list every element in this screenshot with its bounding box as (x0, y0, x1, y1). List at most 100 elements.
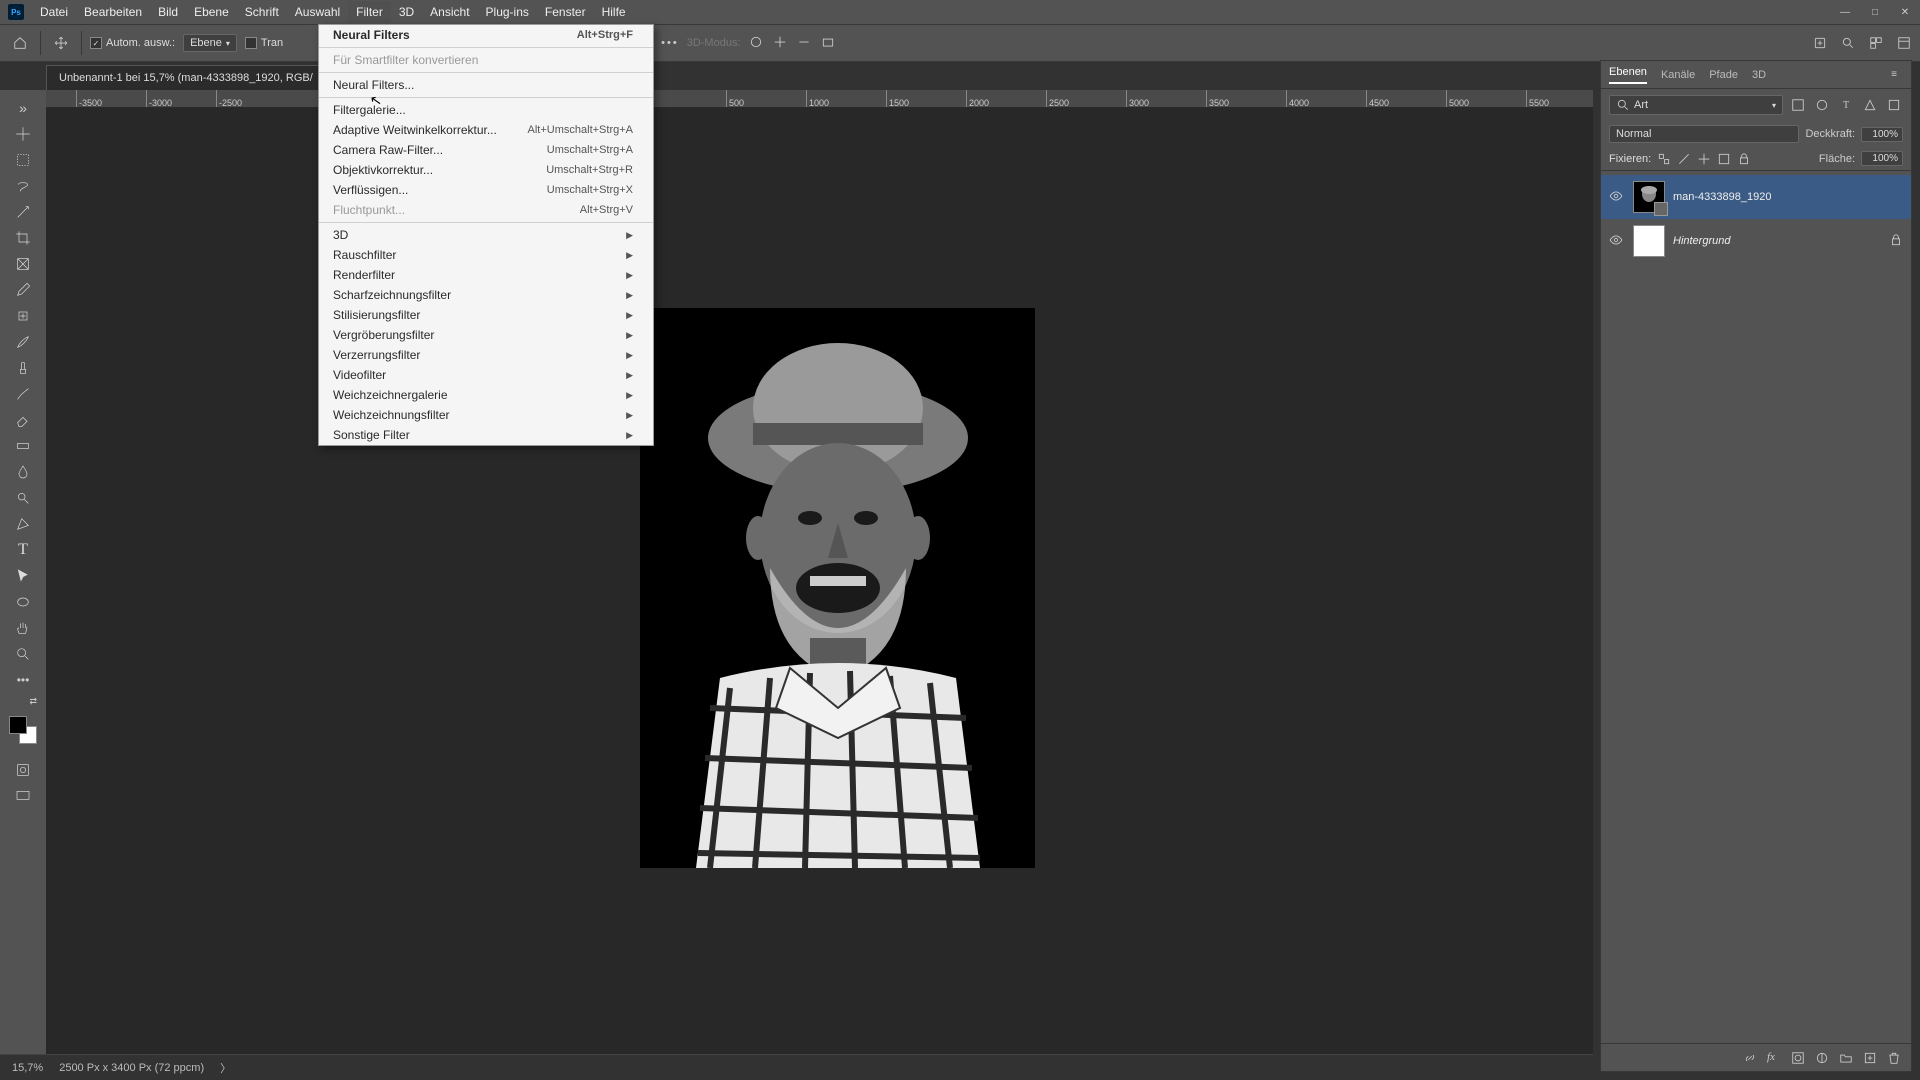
menu-3d[interactable]: 3D▶ (319, 225, 653, 245)
menu-filtergalerie[interactable]: Filtergalerie... (319, 100, 653, 120)
filter-type-icon[interactable]: T (1837, 96, 1855, 114)
status-chevron-icon[interactable]: 〉 (220, 1060, 231, 1076)
menu-fenster[interactable]: Fenster (537, 1, 594, 23)
filter-adjust-icon[interactable] (1813, 96, 1831, 114)
layer-style-icon[interactable]: fx (1767, 1051, 1781, 1065)
menu-ebene[interactable]: Ebene (186, 1, 237, 23)
pen-tool[interactable] (9, 512, 37, 536)
edit-toolbar-icon[interactable]: ••• (9, 668, 37, 692)
visibility-icon[interactable] (1609, 233, 1625, 249)
canvas-area[interactable] (46, 108, 1593, 1054)
menu-weichzeichnungsfilter[interactable]: Weichzeichnungsfilter▶ (319, 405, 653, 425)
move-tool-icon[interactable] (49, 31, 73, 55)
color-swatches[interactable] (9, 716, 37, 744)
layer-mask-icon[interactable] (1791, 1051, 1805, 1065)
menu-datei[interactable]: Datei (32, 1, 76, 23)
zoom-tool[interactable] (9, 642, 37, 666)
lock-artboard-icon[interactable] (1717, 152, 1731, 166)
menu-3d[interactable]: 3D (391, 1, 422, 23)
pan-3d-icon[interactable] (773, 35, 789, 51)
minimize-button[interactable]: — (1830, 0, 1860, 24)
marquee-tool[interactable] (9, 148, 37, 172)
adjustment-layer-icon[interactable] (1815, 1051, 1829, 1065)
menu-objektivkorrektur[interactable]: Objektivkorrektur...Umschalt+Strg+R (319, 160, 653, 180)
lock-position-icon[interactable] (1697, 152, 1711, 166)
move-tool[interactable] (9, 122, 37, 146)
layer-row[interactable]: man-4333898_1920 (1601, 175, 1911, 219)
menu-recent-filter[interactable]: Neural Filters Alt+Strg+F (319, 25, 653, 45)
blend-mode-dropdown[interactable]: Normal (1609, 125, 1799, 143)
menu-ansicht[interactable]: Ansicht (422, 1, 477, 23)
menu-bearbeiten[interactable]: Bearbeiten (76, 1, 150, 23)
layer-thumbnail[interactable] (1633, 181, 1665, 213)
screen-mode-icon[interactable] (9, 784, 37, 808)
swap-colors-icon[interactable]: ⇄ (9, 694, 37, 708)
transform-controls-checkbox[interactable]: Tran (245, 37, 283, 49)
dodge-tool[interactable] (9, 486, 37, 510)
history-brush-tool[interactable] (9, 382, 37, 406)
eraser-tool[interactable] (9, 408, 37, 432)
close-button[interactable]: ✕ (1890, 0, 1920, 24)
layer-name[interactable]: Hintergrund (1673, 235, 1730, 247)
tab-ebenen[interactable]: Ebenen (1609, 66, 1647, 84)
visibility-icon[interactable] (1609, 189, 1625, 205)
lock-transparency-icon[interactable] (1657, 152, 1671, 166)
ruler-horizontal[interactable]: -3500-3000-25005001000150020002500300035… (46, 90, 1593, 108)
layer-target-dropdown[interactable]: Ebene ▾ (183, 34, 237, 52)
fill-field[interactable]: 100% (1861, 151, 1903, 166)
layer-row[interactable]: Hintergrund (1601, 219, 1911, 263)
hand-tool[interactable] (9, 616, 37, 640)
group-icon[interactable] (1839, 1051, 1853, 1065)
filter-kind-dropdown[interactable]: Art ▾ (1609, 95, 1783, 115)
workspace-icon[interactable] (1868, 35, 1884, 51)
panel-menu-icon[interactable]: ≡ (1885, 66, 1903, 84)
eyedropper-tool[interactable] (9, 278, 37, 302)
foreground-color[interactable] (9, 716, 27, 734)
menu-verfl-ssigen[interactable]: Verflüssigen...Umschalt+Strg+X (319, 180, 653, 200)
menu-camera-raw-filter[interactable]: Camera Raw-Filter...Umschalt+Strg+A (319, 140, 653, 160)
auto-select-checkbox[interactable]: ✓Autom. ausw.: (90, 37, 175, 49)
dolly-icon[interactable] (797, 35, 813, 51)
stamp-tool[interactable] (9, 356, 37, 380)
menu-verzerrungsfilter[interactable]: Verzerrungsfilter▶ (319, 345, 653, 365)
menu-schrift[interactable]: Schrift (237, 1, 287, 23)
menu-stilisierungsfilter[interactable]: Stilisierungsfilter▶ (319, 305, 653, 325)
menu-hilfe[interactable]: Hilfe (594, 1, 634, 23)
tab-3d[interactable]: 3D (1752, 69, 1766, 81)
menu-sonstige-filter[interactable]: Sonstige Filter▶ (319, 425, 653, 445)
menu-bild[interactable]: Bild (150, 1, 186, 23)
maximize-button[interactable]: □ (1860, 0, 1890, 24)
lock-pixels-icon[interactable] (1677, 152, 1691, 166)
menu-adaptive-weitwinkelkorrektur[interactable]: Adaptive Weitwinkelkorrektur...Alt+Umsch… (319, 120, 653, 140)
healing-tool[interactable] (9, 304, 37, 328)
menu-scharfzeichnungsfilter[interactable]: Scharfzeichnungsfilter▶ (319, 285, 653, 305)
frame-tool[interactable] (9, 252, 37, 276)
filter-pixels-icon[interactable] (1789, 96, 1807, 114)
menu-renderfilter[interactable]: Renderfilter▶ (319, 265, 653, 285)
menu-rauschfilter[interactable]: Rauschfilter▶ (319, 245, 653, 265)
brush-tool[interactable] (9, 330, 37, 354)
menu-weichzeichnergalerie[interactable]: Weichzeichnergalerie▶ (319, 385, 653, 405)
camera-icon[interactable] (821, 35, 837, 51)
link-layers-icon[interactable] (1743, 1051, 1757, 1065)
share-icon[interactable] (1812, 35, 1828, 51)
lock-icon[interactable] (1889, 233, 1903, 250)
delete-layer-icon[interactable] (1887, 1051, 1901, 1065)
more-icon[interactable]: ••• (661, 37, 679, 49)
crop-tool[interactable] (9, 226, 37, 250)
new-layer-icon[interactable] (1863, 1051, 1877, 1065)
doc-dimensions[interactable]: 2500 Px x 3400 Px (72 ppcm) (59, 1062, 204, 1074)
orbit-icon[interactable] (749, 35, 765, 51)
search-icon[interactable] (1840, 35, 1856, 51)
zoom-level[interactable]: 15,7% (12, 1062, 43, 1074)
canvas-image[interactable] (640, 308, 1035, 868)
home-icon[interactable] (8, 31, 32, 55)
layer-name[interactable]: man-4333898_1920 (1673, 191, 1771, 203)
magic-wand-tool[interactable] (9, 200, 37, 224)
quick-mask-icon[interactable] (9, 758, 37, 782)
menu-vergr-berungsfilter[interactable]: Vergröberungsfilter▶ (319, 325, 653, 345)
lasso-tool[interactable] (9, 174, 37, 198)
menu-plugins[interactable]: Plug-ins (478, 1, 537, 23)
tab-pfade[interactable]: Pfade (1709, 69, 1738, 81)
menu-filter[interactable]: Filter (348, 1, 391, 23)
